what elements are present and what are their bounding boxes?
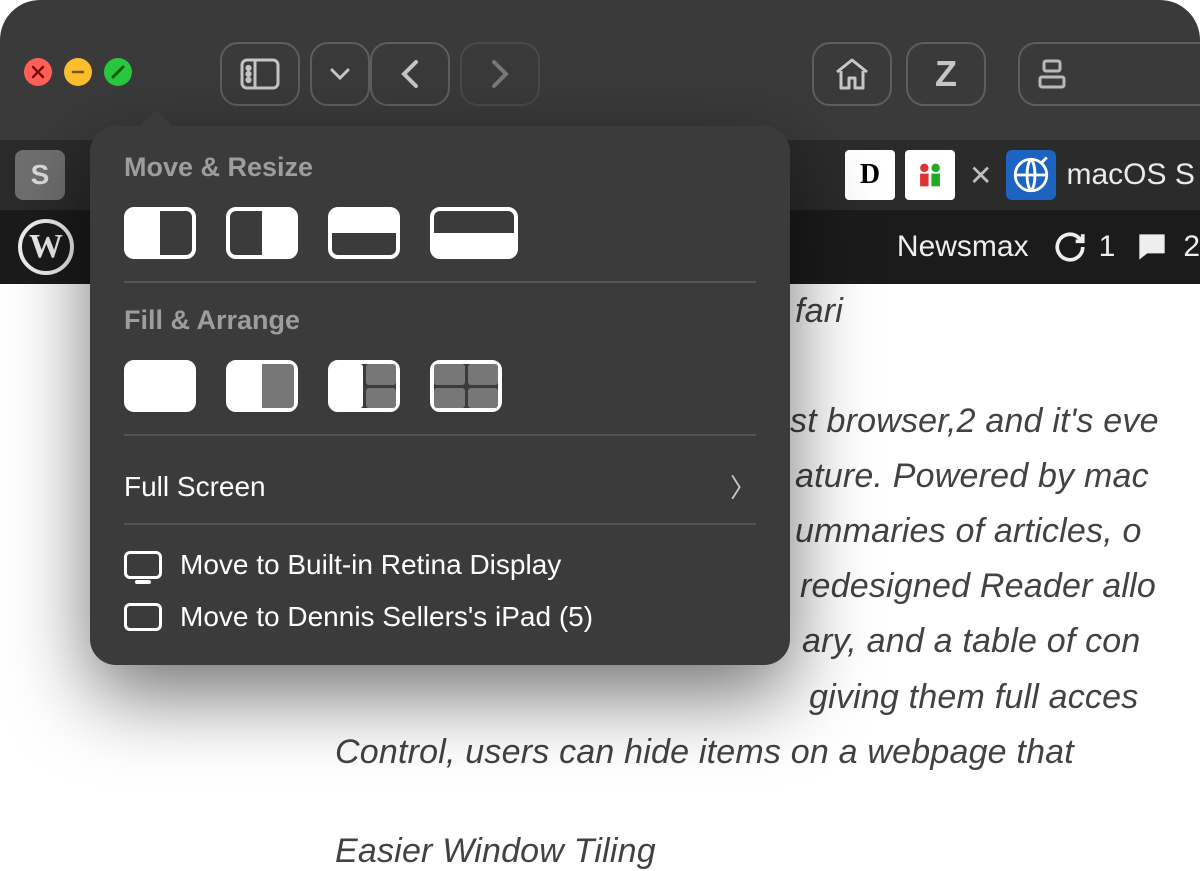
- text-line: Control, users can hide items on a webpa…: [335, 725, 1200, 780]
- menu-label: Move to Dennis Sellers's iPad (5): [180, 601, 593, 633]
- traffic-lights: [24, 58, 132, 86]
- favorite-icon[interactable]: [905, 150, 955, 200]
- wp-refresh-count: 1: [1099, 230, 1116, 264]
- display-icon: [124, 551, 162, 579]
- sidebar-icon: [240, 58, 280, 90]
- wp-comment-count: 2: [1183, 230, 1200, 264]
- toolbar-right-group: Z: [812, 42, 986, 106]
- tile-left-and-quarters[interactable]: [328, 360, 400, 412]
- tile-left-half[interactable]: [124, 207, 196, 259]
- fullscreen-icon: [110, 64, 126, 80]
- tile-quarters[interactable]: [430, 360, 502, 412]
- menu-full-screen[interactable]: Full Screen 〉: [124, 458, 756, 515]
- tile-left-and-dim-right[interactable]: [226, 360, 298, 412]
- wp-site-name[interactable]: Newsmax: [897, 230, 1029, 264]
- chevron-right-icon: 〉: [730, 468, 756, 505]
- home-button[interactable]: [812, 42, 892, 106]
- window-tiling-popover: Move & Resize Fill & Arrange Full Screen…: [90, 126, 790, 665]
- z-button[interactable]: Z: [906, 42, 986, 106]
- navigation-buttons: [370, 42, 540, 106]
- window-toolbar: Z: [0, 0, 1200, 140]
- separator: [124, 523, 756, 525]
- wp-comments[interactable]: 2: [1133, 228, 1200, 266]
- window-close-button[interactable]: [24, 58, 52, 86]
- website-settings-icon: [1038, 59, 1066, 89]
- window-minimize-button[interactable]: [64, 58, 92, 86]
- home-icon: [833, 56, 871, 92]
- popover-heading-fill-arrange: Fill & Arrange: [124, 305, 756, 336]
- ipad-icon: [124, 603, 162, 631]
- chevron-right-icon: [489, 58, 511, 90]
- sidebar-menu-button[interactable]: [310, 42, 370, 106]
- tile-top-half[interactable]: [328, 207, 400, 259]
- fill-arrange-row: [124, 360, 756, 412]
- back-button[interactable]: [370, 42, 450, 106]
- menu-label: Move to Built-in Retina Display: [180, 549, 561, 581]
- address-bar[interactable]: [1018, 42, 1200, 106]
- tab-close-button[interactable]: ✕: [965, 159, 996, 192]
- tile-bottom-half[interactable]: [430, 207, 518, 259]
- tab-title[interactable]: macOS S: [1066, 158, 1194, 192]
- forward-button[interactable]: [460, 42, 540, 106]
- wordpress-logo-icon[interactable]: W: [18, 219, 74, 275]
- sidebar-button-group: [220, 42, 370, 106]
- separator: [124, 434, 756, 436]
- refresh-icon: [1053, 230, 1087, 264]
- menu-move-builtin-display[interactable]: Move to Built-in Retina Display: [124, 539, 756, 591]
- popover-heading-move-resize: Move & Resize: [124, 152, 756, 183]
- close-icon: [30, 64, 46, 80]
- chevron-left-icon: [399, 58, 421, 90]
- tile-right-half[interactable]: [226, 207, 298, 259]
- tile-fill-screen[interactable]: [124, 360, 196, 412]
- text-line: giving them full acces: [335, 670, 1200, 725]
- chevron-down-icon: [330, 67, 350, 81]
- move-resize-row: [124, 207, 756, 259]
- favorite-icon[interactable]: D: [845, 150, 895, 200]
- window-fullscreen-button[interactable]: [104, 58, 132, 86]
- separator: [124, 281, 756, 283]
- menu-label: Full Screen: [124, 471, 266, 503]
- subheading: Easier Window Tiling: [335, 824, 1200, 871]
- comment-icon: [1133, 228, 1171, 266]
- favorite-icon[interactable]: [1006, 150, 1056, 200]
- globe-icon: [1010, 154, 1052, 196]
- menu-move-ipad[interactable]: Move to Dennis Sellers's iPad (5): [124, 591, 756, 643]
- people-icon: [913, 158, 947, 192]
- wp-refresh[interactable]: 1: [1053, 230, 1116, 264]
- sidebar-toggle-button[interactable]: [220, 42, 300, 106]
- minimize-icon: [70, 64, 86, 80]
- z-icon: Z: [935, 53, 957, 95]
- favorite-icon[interactable]: S: [15, 150, 65, 200]
